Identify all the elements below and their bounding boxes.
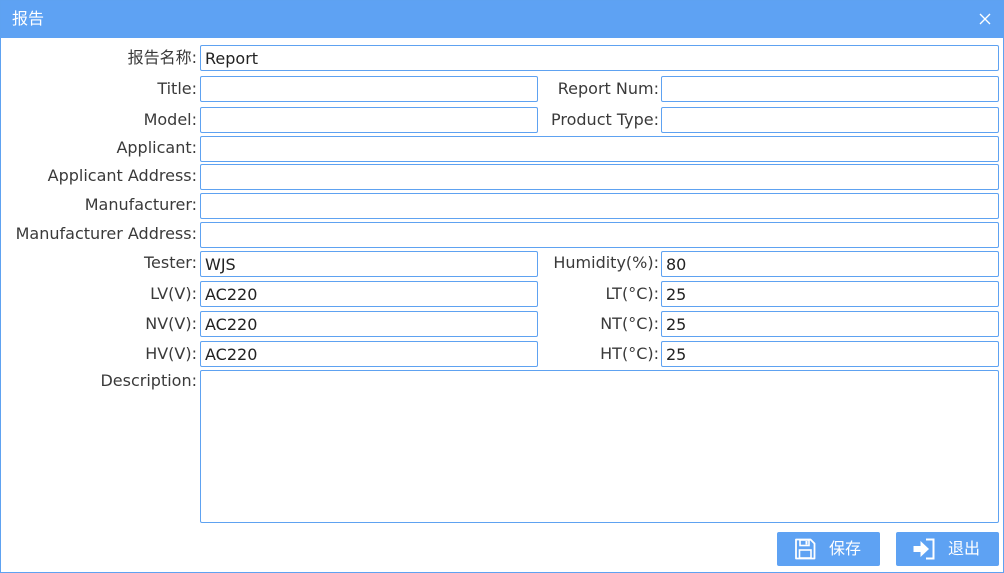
product-type-input[interactable] (661, 107, 999, 133)
description-textarea[interactable] (200, 370, 999, 523)
model-label: Model: (143, 110, 197, 129)
nt-input[interactable] (661, 311, 999, 337)
manufacturer-label: Manufacturer: (84, 195, 197, 214)
applicant-label: Applicant: (116, 138, 197, 157)
title-label: Title: (157, 79, 197, 98)
lv-label: LV(V): (150, 284, 197, 303)
humidity-label: Humidity(%): (553, 253, 659, 272)
tester-input[interactable] (200, 251, 538, 277)
hv-input[interactable] (200, 341, 538, 367)
save-icon (793, 537, 817, 561)
lt-label: LT(°C): (605, 284, 659, 303)
exit-button-label: 退出 (948, 539, 981, 558)
nv-input[interactable] (200, 311, 538, 337)
product-type-label: Product Type: (551, 110, 659, 129)
manufacturer-input[interactable] (200, 193, 999, 219)
nv-label: NV(V): (145, 314, 197, 333)
report-name-input[interactable] (200, 45, 999, 71)
window-title: 报告 (12, 9, 45, 28)
title-input[interactable] (200, 76, 538, 102)
model-input[interactable] (200, 107, 538, 133)
lt-input[interactable] (661, 281, 999, 307)
humidity-input[interactable] (661, 251, 999, 277)
title-bar[interactable]: 报告 (1, 1, 1003, 38)
manufacturer-address-label: Manufacturer Address: (15, 224, 197, 243)
close-icon[interactable] (975, 9, 995, 29)
report-num-label: Report Num: (557, 79, 659, 98)
ht-input[interactable] (661, 341, 999, 367)
manufacturer-address-input[interactable] (200, 222, 999, 248)
lv-input[interactable] (200, 281, 538, 307)
save-button[interactable]: 保存 (777, 532, 880, 566)
hv-label: HV(V): (145, 344, 197, 363)
applicant-address-input[interactable] (200, 164, 999, 190)
save-button-label: 保存 (829, 539, 862, 558)
nt-label: NT(°C): (600, 314, 659, 333)
ht-label: HT(°C): (600, 344, 659, 363)
report-dialog: 报告 报告名称: Title: Report Num: Model: Produ… (0, 0, 1004, 573)
report-name-label: 报告名称: (127, 48, 197, 67)
exit-icon (912, 537, 936, 561)
description-label: Description: (100, 371, 197, 390)
tester-label: Tester: (143, 253, 197, 272)
exit-button[interactable]: 退出 (896, 532, 999, 566)
applicant-input[interactable] (200, 136, 999, 162)
applicant-address-label: Applicant Address: (47, 166, 197, 185)
report-num-input[interactable] (661, 76, 999, 102)
